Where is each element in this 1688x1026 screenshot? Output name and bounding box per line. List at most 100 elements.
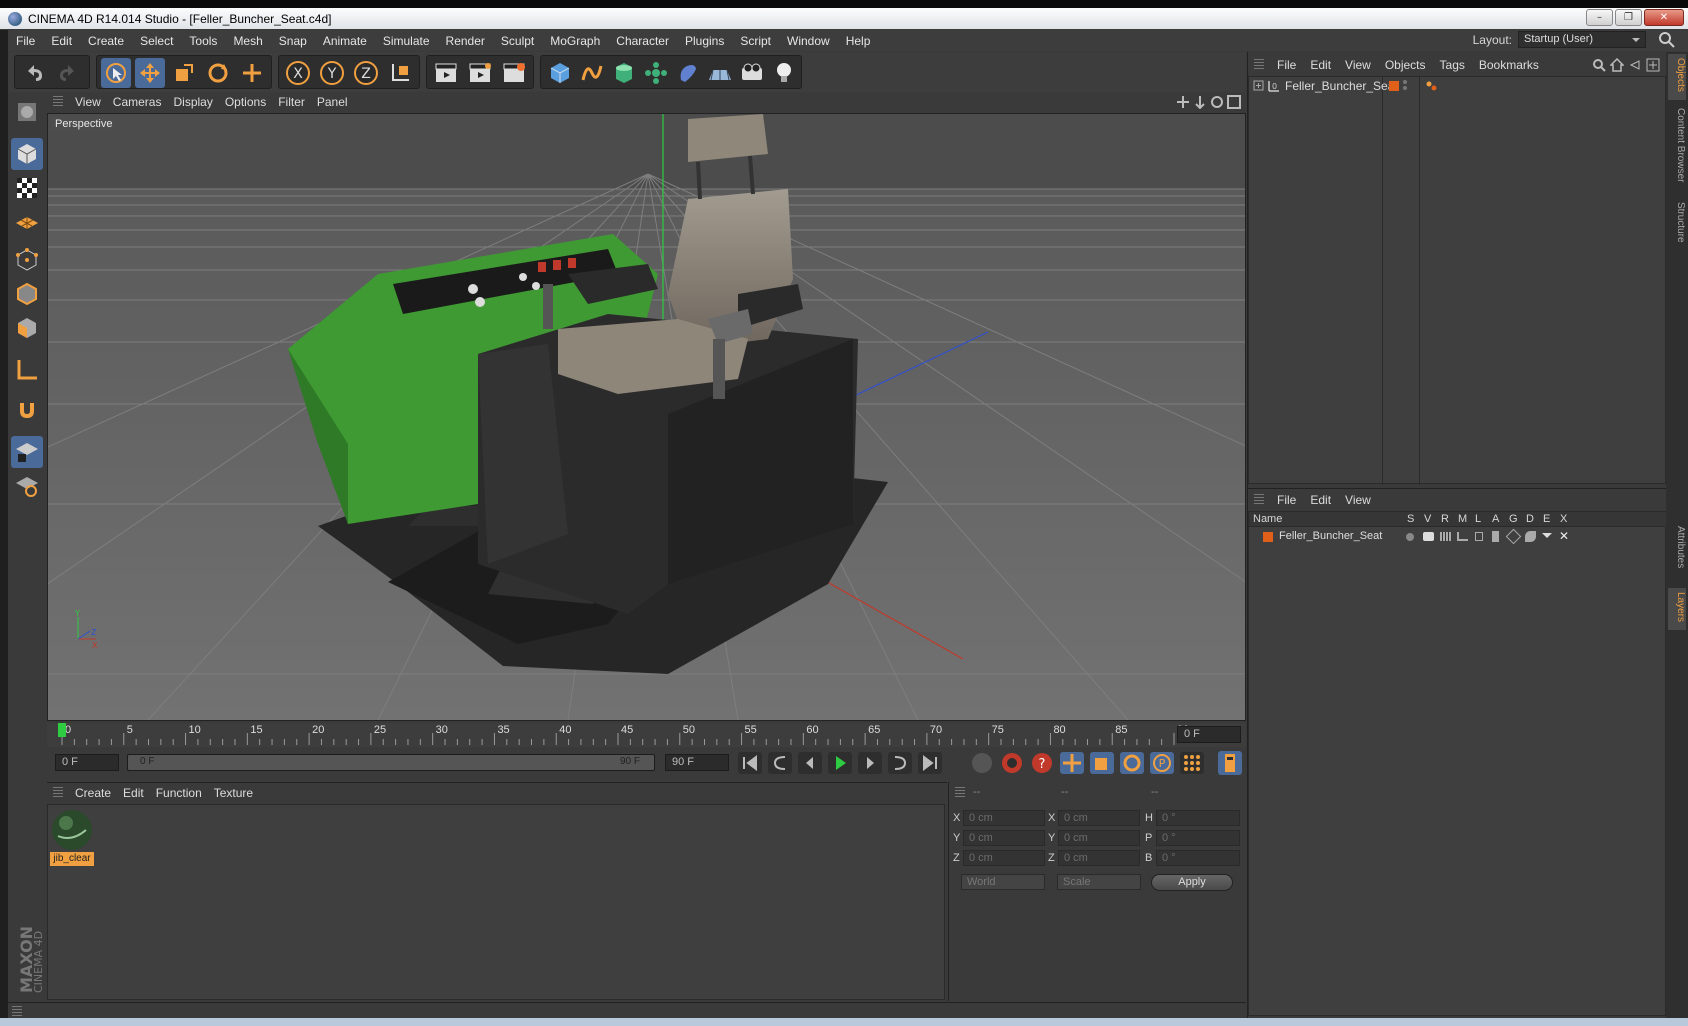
render-settings-icon[interactable]	[499, 58, 529, 88]
zoom-view-icon[interactable]	[1193, 95, 1207, 109]
x-axis-lock-icon[interactable]: X	[283, 58, 313, 88]
col-generators[interactable]: G	[1509, 513, 1518, 525]
move-icon[interactable]	[135, 58, 165, 88]
cube-icon[interactable]	[545, 58, 575, 88]
rotation-h-field[interactable]: 0 °	[1156, 810, 1240, 826]
back-icon[interactable]	[1628, 58, 1642, 72]
manager-icon[interactable]	[1457, 532, 1468, 541]
objects-menu-view[interactable]: View	[1338, 58, 1378, 72]
object-row[interactable]: 0 Feller_Buncher_Seat	[1249, 77, 1667, 95]
perspective-viewport[interactable]: Perspective Y Z X	[47, 113, 1246, 721]
col-animation[interactable]: A	[1492, 513, 1499, 525]
panel-grip-icon[interactable]	[955, 787, 965, 799]
timeline-layout-icon[interactable]	[1217, 750, 1243, 776]
layer-row[interactable]: Feller_Buncher_Seat ✕	[1249, 528, 1667, 546]
search-icon[interactable]	[1592, 58, 1606, 72]
tag-icon[interactable]	[1425, 79, 1439, 93]
go-to-start-icon[interactable]	[737, 751, 763, 775]
key-parameter-icon[interactable]: P	[1149, 751, 1175, 775]
solo-icon[interactable]	[1406, 533, 1414, 541]
nurbs-icon[interactable]	[609, 58, 639, 88]
col-solo[interactable]: S	[1407, 513, 1414, 525]
tab-objects[interactable]: Objects	[1668, 54, 1686, 100]
size-x-field[interactable]: 0 cm	[1058, 810, 1140, 826]
menu-edit[interactable]: Edit	[43, 34, 80, 48]
viewport-menu-view[interactable]: View	[69, 95, 107, 109]
viewport-menu-options[interactable]: Options	[219, 95, 272, 109]
key-rotation-icon[interactable]	[1119, 751, 1145, 775]
layers-menu-file[interactable]: File	[1270, 493, 1303, 507]
panel-grip-icon[interactable]	[53, 787, 63, 799]
deformer-icon[interactable]	[1525, 531, 1536, 542]
environment-icon[interactable]	[705, 58, 735, 88]
menu-tools[interactable]: Tools	[181, 34, 225, 48]
animation-icon[interactable]	[1492, 531, 1499, 542]
menu-snap[interactable]: Snap	[271, 34, 315, 48]
panel-grip-icon[interactable]	[1254, 59, 1264, 71]
generator-icon[interactable]	[1505, 528, 1522, 545]
view-eye-icon[interactable]	[1423, 532, 1434, 541]
array-icon[interactable]	[641, 58, 671, 88]
panel-grip-icon[interactable]	[53, 96, 63, 108]
coordinate-mode-dropdown[interactable]: World	[961, 874, 1045, 890]
material-menu-edit[interactable]: Edit	[117, 786, 150, 800]
tab-structure[interactable]: Structure	[1668, 198, 1686, 254]
autokeying-icon[interactable]	[999, 751, 1025, 775]
camera-icon[interactable]	[737, 58, 767, 88]
viewport-menu-display[interactable]: Display	[167, 95, 218, 109]
material-menu-texture[interactable]: Texture	[208, 786, 259, 800]
material-item[interactable]: jib_clear	[50, 808, 94, 866]
coordinate-system-icon[interactable]	[385, 58, 415, 88]
expression-icon[interactable]	[1542, 533, 1552, 543]
layer-color-icon[interactable]	[1263, 532, 1273, 542]
col-deformers[interactable]: D	[1526, 513, 1534, 525]
col-name[interactable]: Name	[1253, 513, 1282, 525]
next-frame-icon[interactable]	[857, 751, 883, 775]
rotate-icon[interactable]	[203, 58, 233, 88]
maximize-view-icon[interactable]	[1227, 95, 1241, 109]
y-axis-lock-icon[interactable]: Y	[317, 58, 347, 88]
objects-menu-tags[interactable]: Tags	[1433, 58, 1472, 72]
tab-layers[interactable]: Layers	[1668, 588, 1686, 630]
scale-icon[interactable]	[169, 58, 199, 88]
object-name[interactable]: Feller_Buncher_Seat	[1285, 79, 1398, 93]
add-move-icon[interactable]	[237, 58, 267, 88]
col-xref[interactable]: X	[1560, 513, 1567, 525]
objects-menu-edit[interactable]: Edit	[1303, 58, 1338, 72]
play-icon[interactable]	[827, 751, 853, 775]
menu-help[interactable]: Help	[838, 34, 879, 48]
menu-render[interactable]: Render	[438, 34, 493, 48]
axis-mode-icon[interactable]	[11, 354, 43, 386]
close-icon[interactable]: ✕	[1644, 9, 1684, 26]
workplane-icon[interactable]	[11, 206, 43, 238]
spline-icon[interactable]	[577, 58, 607, 88]
viewport-menu-panel[interactable]: Panel	[311, 95, 354, 109]
menu-character[interactable]: Character	[608, 34, 677, 48]
edges-mode-icon[interactable]	[11, 278, 43, 310]
size-y-field[interactable]: 0 cm	[1058, 830, 1140, 846]
material-menu-create[interactable]: Create	[69, 786, 117, 800]
layout-dropdown[interactable]: Startup (User)	[1518, 31, 1646, 48]
material-menu-function[interactable]: Function	[150, 786, 208, 800]
previous-key-icon[interactable]	[767, 751, 793, 775]
new-manager-icon[interactable]	[1646, 58, 1660, 72]
col-expressions[interactable]: E	[1543, 513, 1550, 525]
home-icon[interactable]	[1610, 58, 1624, 72]
menu-file[interactable]: File	[8, 34, 43, 48]
visibility-dots-icon[interactable]	[1403, 80, 1407, 90]
render-view-icon[interactable]	[431, 58, 461, 88]
xref-icon[interactable]: ✕	[1559, 529, 1569, 543]
menu-create[interactable]: Create	[80, 34, 132, 48]
layers-menu-view[interactable]: View	[1338, 493, 1378, 507]
deformer-icon[interactable]	[673, 58, 703, 88]
render-to-picture-viewer-icon[interactable]	[465, 58, 495, 88]
size-z-field[interactable]: 0 cm	[1058, 850, 1140, 866]
col-render[interactable]: R	[1441, 513, 1449, 525]
minimize-icon[interactable]: –	[1586, 9, 1613, 26]
menu-select[interactable]: Select	[132, 34, 181, 48]
expand-icon[interactable]	[1253, 80, 1265, 92]
redo-icon[interactable]	[53, 58, 83, 88]
position-y-field[interactable]: 0 cm	[963, 830, 1045, 846]
position-x-field[interactable]: 0 cm	[963, 810, 1045, 826]
previous-frame-icon[interactable]	[797, 751, 823, 775]
